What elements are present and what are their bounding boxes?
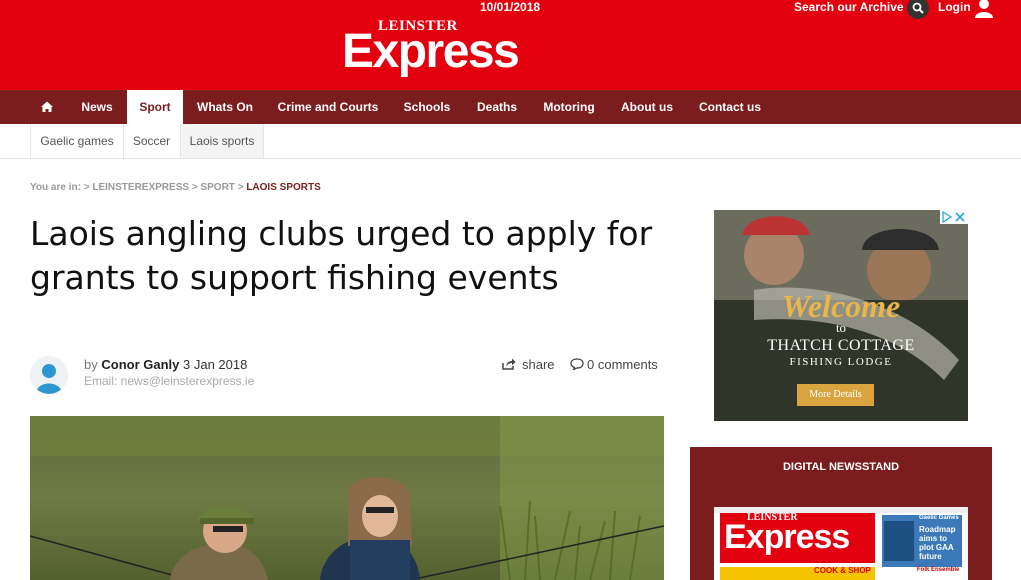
paper-kicker: Gaelic Games xyxy=(919,515,959,521)
digital-newsstand[interactable]: DIGITAL NEWSSTAND LEINSTER Express Gaeli… xyxy=(690,447,992,580)
nav-item-news[interactable]: News xyxy=(72,90,122,124)
article-byline: by Conor Ganly 3 Jan 2018 xyxy=(84,357,247,372)
advertisement-banner[interactable]: Welcome to THATCH COTTAGE FISHING LODGE … xyxy=(714,210,968,421)
share-button[interactable]: share xyxy=(502,357,555,372)
article-date: 3 Jan 2018 xyxy=(183,357,248,372)
subnav-item-soccer[interactable]: Soccer xyxy=(123,124,181,158)
ad-lodge-sub: FISHING LODGE xyxy=(789,356,893,368)
breadcrumb-prefix: You are in: xyxy=(30,182,81,193)
main-navigation: News Sport Whats On Crime and Courts Sch… xyxy=(0,90,1021,124)
breadcrumb-separator: > xyxy=(83,182,90,193)
nav-item-deaths[interactable]: Deaths xyxy=(469,90,525,124)
comments-link[interactable]: 0 comments xyxy=(570,357,658,372)
share-icon xyxy=(502,358,516,370)
breadcrumb-laois-sports[interactable]: LAOIS SPORTS xyxy=(246,182,320,193)
byline-by: by xyxy=(84,357,98,372)
article-title: Laois angling clubs urged to apply for g… xyxy=(30,214,653,297)
search-icon[interactable] xyxy=(907,0,929,19)
nav-item-schools[interactable]: Schools xyxy=(396,90,458,124)
breadcrumb: You are in: > LEINSTEREXPRESS > SPORT > … xyxy=(30,182,321,193)
comment-icon xyxy=(570,358,584,371)
ad-to-text: to xyxy=(835,320,847,335)
comments-label: 0 comments xyxy=(587,357,658,372)
search-archive-link[interactable]: Search our Archive xyxy=(794,0,904,14)
ad-lodge-name: THATCH COTTAGE xyxy=(767,337,915,354)
nav-item-sport[interactable]: Sport xyxy=(127,90,183,124)
login-link[interactable]: Login xyxy=(938,0,971,14)
adchoices-icon[interactable] xyxy=(940,210,968,224)
share-label: share xyxy=(522,357,555,372)
subnav-item-gaelic-games[interactable]: Gaelic games xyxy=(30,124,124,158)
home-icon[interactable] xyxy=(30,90,64,124)
breadcrumb-leinsterexpress[interactable]: LEINSTEREXPRESS xyxy=(92,182,189,193)
nav-item-motoring[interactable]: Motoring xyxy=(535,90,603,124)
author-email[interactable]: Email: news@leinsterexpress.ie xyxy=(84,374,254,388)
newsstand-paper-cover[interactable]: LEINSTER Express Gaelic Games Roadmap ai… xyxy=(714,507,968,580)
author-name[interactable]: Conor Ganly xyxy=(101,357,179,372)
paper-side: Folk Ensemble xyxy=(917,567,960,573)
article-hero-image xyxy=(30,416,664,580)
breadcrumb-separator: > xyxy=(237,182,244,193)
logo-main-text: Express xyxy=(342,25,520,78)
nav-item-crime-and-courts[interactable]: Crime and Courts xyxy=(270,90,386,124)
nav-item-contact-us[interactable]: Contact us xyxy=(692,90,768,124)
site-logo[interactable]: LEINSTER Express xyxy=(340,18,545,80)
nav-item-about-us[interactable]: About us xyxy=(614,90,680,124)
author-avatar xyxy=(30,356,68,394)
breadcrumb-sport[interactable]: SPORT xyxy=(200,182,234,193)
subnav-item-laois-sports[interactable]: Laois sports xyxy=(181,124,264,158)
site-header: 10/01/2018 Search our Archive Login LEIN… xyxy=(0,0,1021,90)
breadcrumb-separator: > xyxy=(191,182,198,193)
paper-strip: COOK & SHOP xyxy=(814,566,871,575)
header-date: 10/01/2018 xyxy=(480,0,541,14)
nav-item-whats-on[interactable]: Whats On xyxy=(189,90,261,124)
paper-headline: Roadmap aims to plot GAA future xyxy=(919,525,956,561)
ad-more-details-button[interactable]: More Details xyxy=(797,384,874,406)
user-icon[interactable] xyxy=(974,0,994,18)
paper-logo-main: Express xyxy=(724,518,850,556)
sub-navigation: Gaelic games Soccer Laois sports xyxy=(0,124,1021,159)
newsstand-title: DIGITAL NEWSSTAND xyxy=(782,461,900,473)
